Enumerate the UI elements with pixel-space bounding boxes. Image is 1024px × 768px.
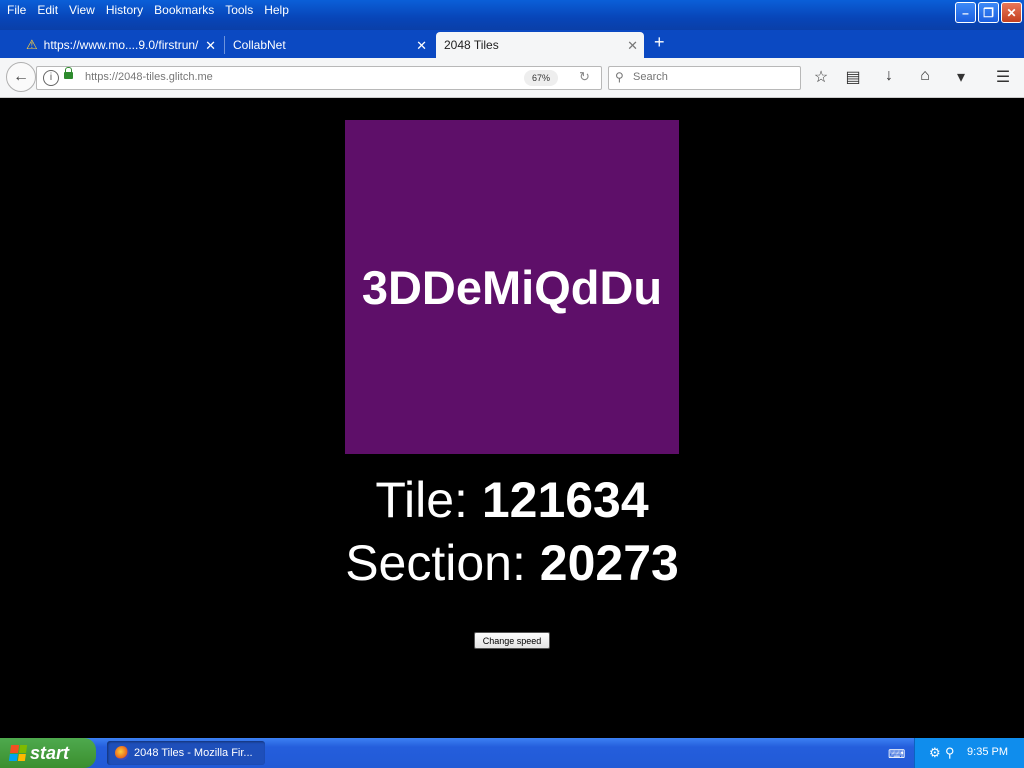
tab-strip: ⚠ https://www.mo....9.0/firstrun/ ✕ Coll… [0,30,1024,58]
taskbar-window-firefox[interactable]: 2048 Tiles - Mozilla Fir... [107,741,265,765]
home-icon[interactable]: ⌂ [914,67,936,85]
system-tray: ⚙ ⚲ 9:35 PM [914,738,1024,768]
reading-list-icon[interactable]: ▤ [842,67,864,87]
url-bar[interactable]: i https://2048-tiles.glitch.me 67% ↻ [36,66,602,90]
menu-bar: File Edit View History Bookmarks Tools H… [4,3,297,17]
lock-icon [64,67,73,79]
close-tab-icon[interactable]: ✕ [205,38,216,54]
tab-firstrun[interactable]: ⚠ https://www.mo....9.0/firstrun/ ✕ [18,32,222,58]
menu-tools[interactable]: Tools [222,3,261,17]
section-label: Section: [345,535,526,591]
search-icon: ⚲ [615,70,624,84]
taskbar-window-label: 2048 Tiles - Mozilla Fir... [134,747,253,759]
download-icon[interactable]: ↓ [878,67,900,85]
url-text[interactable]: https://2048-tiles.glitch.me [85,71,213,83]
menu-edit[interactable]: Edit [34,3,66,17]
info-icon[interactable]: i [43,70,59,86]
minimize-button[interactable]: – [955,2,976,23]
menu-file[interactable]: File [4,3,34,17]
tile-value: 121634 [481,472,649,528]
clock: 9:35 PM [967,746,1008,758]
section-counter: Section: 20273 [0,534,1024,592]
start-button[interactable]: start [0,738,96,768]
tab-label: 2048 Tiles [444,38,499,52]
zoom-indicator[interactable]: 67% [524,70,558,86]
change-speed-button[interactable]: Change speed [474,632,550,649]
tab-collabnet[interactable]: CollabNet ✕ [225,32,433,58]
menu-bookmarks[interactable]: Bookmarks [151,3,222,17]
taskbar: start 2048 Tiles - Mozilla Fir... ⚙ ⚲ 9:… [0,738,1024,768]
pocket-icon[interactable]: ▾ [950,67,972,87]
tile: 3DDeMiQdDu [345,120,679,454]
search-input[interactable] [631,70,795,84]
firefox-icon [115,746,129,760]
close-window-button[interactable]: ✕ [1001,2,1022,23]
tile-label: Tile: [375,472,468,528]
search-box[interactable]: ⚲ [608,66,801,90]
window-titlebar: File Edit View History Bookmarks Tools H… [0,0,1024,30]
tab-2048-tiles[interactable]: 2048 Tiles ✕ [436,32,644,58]
tab-label: https://www.mo....9.0/firstrun/ [43,38,199,52]
menu-history[interactable]: History [103,3,151,17]
tile-text: 3DDeMiQdDu [361,260,663,314]
back-button[interactable]: ← [6,62,36,92]
start-label: start [30,742,70,763]
tab-label: CollabNet [233,38,286,52]
windows-logo-icon [8,745,28,761]
network-icon[interactable]: ⚙ [929,745,941,761]
keyboard-icon[interactable]: ⌨ [888,747,905,761]
restore-button[interactable]: ❐ [978,2,999,23]
close-tab-icon[interactable]: ✕ [627,38,638,54]
warning-icon: ⚠ [26,37,38,52]
menu-icon[interactable]: ☰ [992,67,1014,87]
reload-icon[interactable]: ↻ [579,69,590,85]
bookmark-star-icon[interactable]: ☆ [810,67,832,87]
navigation-toolbar: ← i https://2048-tiles.glitch.me 67% ↻ ⚲… [0,58,1024,98]
search-tray-icon[interactable]: ⚲ [945,745,955,761]
menu-view[interactable]: View [66,3,103,17]
tile-counter: Tile: 121634 [0,471,1024,529]
close-tab-icon[interactable]: ✕ [416,38,427,54]
section-value: 20273 [539,535,679,591]
window-controls: – ❐ ✕ [955,2,1022,23]
menu-help[interactable]: Help [261,3,297,17]
new-tab-button[interactable]: + [654,32,665,53]
page-content: 3DDeMiQdDu Tile: 121634 Section: 20273 C… [0,99,1024,738]
